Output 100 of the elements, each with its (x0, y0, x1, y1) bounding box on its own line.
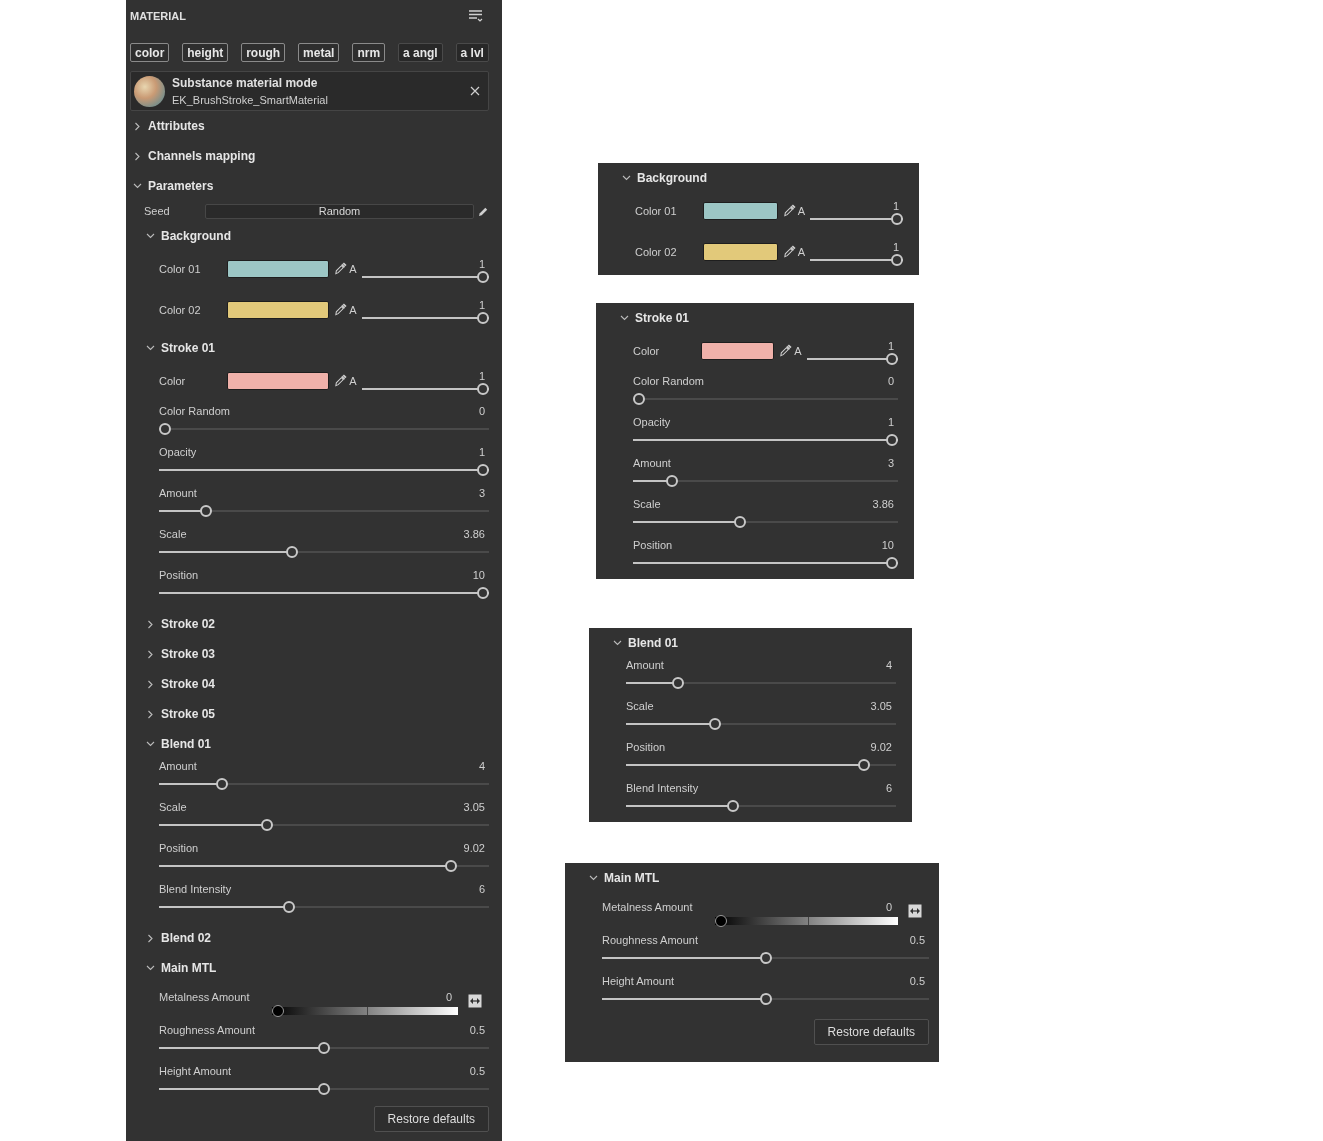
group-header[interactable]: Blend 01 (597, 628, 896, 658)
pencil-icon[interactable] (478, 205, 489, 217)
slider[interactable] (159, 900, 489, 914)
slider-thumb[interactable] (858, 759, 871, 771)
section-header[interactable]: Attributes (130, 111, 489, 141)
slider[interactable] (159, 463, 489, 477)
eyedropper-icon[interactable] (782, 204, 796, 217)
slider[interactable] (159, 586, 489, 600)
slider-thumb[interactable] (477, 382, 489, 395)
color-swatch[interactable] (703, 201, 778, 220)
slider-thumb[interactable] (477, 587, 489, 599)
group-header[interactable]: Main MTL (130, 953, 489, 983)
slider[interactable] (626, 758, 896, 772)
channel-toggle[interactable]: metal (298, 43, 340, 62)
slider-thumb[interactable] (726, 800, 739, 812)
slider-thumb[interactable] (891, 253, 903, 266)
close-icon[interactable] (470, 86, 480, 96)
channel-toggle[interactable]: color (130, 43, 170, 62)
slider[interactable] (806, 351, 898, 366)
slider-thumb[interactable] (886, 352, 898, 365)
swap-icon[interactable] (468, 994, 482, 1008)
slider-thumb[interactable] (283, 901, 295, 913)
slider-thumb[interactable] (216, 778, 229, 790)
slider[interactable] (626, 799, 896, 813)
slider-thumb[interactable] (318, 1042, 330, 1054)
eyedropper-icon[interactable] (782, 245, 796, 258)
slider-thumb[interactable] (633, 393, 645, 405)
slider[interactable] (159, 818, 489, 832)
group-header[interactable]: Stroke 02 (130, 609, 489, 639)
slider-thumb[interactable] (159, 423, 171, 435)
slider[interactable] (633, 474, 898, 488)
slider-thumb[interactable] (260, 819, 273, 831)
group-header[interactable]: Stroke 01 (604, 303, 898, 333)
slider[interactable] (361, 269, 489, 284)
eyedropper-icon[interactable] (334, 262, 348, 275)
eyedropper-icon[interactable] (779, 344, 793, 357)
group-header[interactable]: Stroke 01 (130, 333, 489, 363)
slider[interactable] (159, 545, 489, 559)
group-header[interactable]: Background (130, 221, 489, 251)
slider[interactable] (361, 381, 489, 396)
slider[interactable] (159, 1082, 489, 1096)
slider[interactable] (626, 717, 896, 731)
swap-icon[interactable] (908, 904, 922, 918)
section-header[interactable]: Channels mapping (130, 141, 489, 171)
section-header[interactable]: Parameters (130, 171, 489, 201)
group-header[interactable]: Stroke 03 (130, 639, 489, 669)
menu-icon[interactable] (469, 10, 483, 22)
slider[interactable] (159, 859, 489, 873)
slider-thumb[interactable] (886, 434, 898, 446)
slider-thumb[interactable] (445, 860, 458, 872)
channel-toggle[interactable]: height (182, 43, 229, 62)
slider[interactable] (159, 1041, 489, 1055)
restore-defaults-button[interactable]: Restore defaults (813, 1019, 929, 1045)
gradient-slider[interactable] (715, 915, 898, 927)
slider[interactable] (810, 211, 903, 226)
group-header[interactable]: Background (606, 163, 903, 193)
slider-thumb[interactable] (318, 1083, 330, 1095)
color-swatch[interactable] (701, 341, 775, 360)
slider-thumb[interactable] (272, 1005, 284, 1017)
color-swatch[interactable] (703, 242, 778, 261)
slider-thumb[interactable] (886, 557, 898, 569)
channel-toggle[interactable]: a angl (398, 43, 443, 62)
slider[interactable] (159, 504, 489, 518)
gradient-slider[interactable] (272, 1005, 458, 1017)
slider-thumb[interactable] (759, 952, 772, 964)
slider[interactable] (626, 676, 896, 690)
slider-thumb[interactable] (672, 677, 685, 689)
channel-toggle[interactable]: rough (241, 43, 286, 62)
group-header[interactable]: Blend 01 (130, 729, 489, 759)
slider-thumb[interactable] (734, 516, 747, 528)
slider[interactable] (361, 310, 489, 325)
channel-toggle[interactable]: a lvl (455, 43, 489, 62)
color-swatch[interactable] (227, 371, 330, 390)
eyedropper-icon[interactable] (334, 303, 348, 316)
slider-thumb[interactable] (891, 212, 903, 225)
slider-thumb[interactable] (759, 993, 772, 1005)
group-header[interactable]: Blend 02 (130, 923, 489, 953)
slider-thumb[interactable] (200, 505, 213, 517)
slider[interactable] (602, 992, 929, 1006)
eyedropper-icon[interactable] (334, 374, 348, 387)
color-swatch[interactable] (227, 259, 330, 278)
group-header[interactable]: Main MTL (573, 863, 929, 893)
slider[interactable] (633, 515, 898, 529)
color-swatch[interactable] (227, 300, 330, 319)
slider-thumb[interactable] (708, 718, 721, 730)
slider[interactable] (633, 433, 898, 447)
slider[interactable] (159, 777, 489, 791)
slider-thumb[interactable] (477, 270, 489, 283)
material-card[interactable]: Substance material mode EK_BrushStroke_SmartMaterial (130, 71, 489, 111)
group-header[interactable]: Stroke 04 (130, 669, 489, 699)
slider-thumb[interactable] (477, 464, 489, 476)
slider[interactable] (633, 392, 898, 406)
slider[interactable] (159, 422, 489, 436)
slider-thumb[interactable] (715, 915, 727, 927)
slider[interactable] (633, 556, 898, 570)
channel-toggle[interactable]: nrm (352, 43, 386, 62)
slider-thumb[interactable] (286, 546, 299, 558)
seed-field[interactable]: Random (205, 203, 474, 219)
restore-defaults-button[interactable]: Restore defaults (373, 1106, 489, 1132)
slider[interactable] (602, 951, 929, 965)
